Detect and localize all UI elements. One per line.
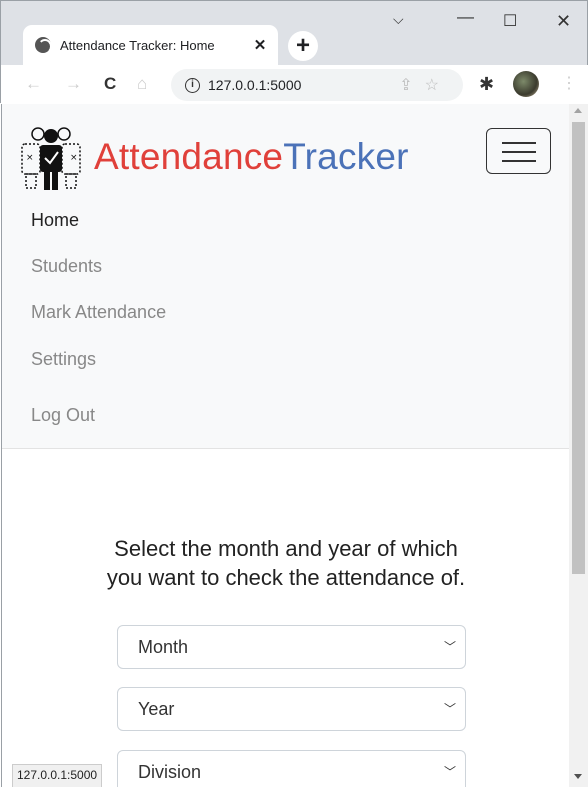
month-select-label: Month	[138, 637, 189, 657]
navbar: × × AttendanceTracker Home Students Mark…	[2, 104, 569, 449]
address-bar[interactable]: i 127.0.0.1:5000 ⇪☆	[171, 69, 463, 101]
star-icon[interactable]: ☆	[425, 77, 451, 94]
hamburger-icon	[502, 142, 536, 144]
nav-link-home[interactable]: Home	[31, 210, 79, 231]
plus-icon[interactable]: +	[288, 31, 318, 61]
vertical-scrollbar[interactable]	[569, 104, 588, 787]
month-select[interactable]: Month ﹀	[117, 625, 466, 669]
prompt-line-1: Select the month and year of which	[114, 536, 458, 561]
scrollbar-thumb[interactable]	[572, 122, 585, 574]
brand[interactable]: × × AttendanceTracker	[16, 122, 409, 192]
avatar[interactable]	[513, 71, 539, 97]
svg-text:×: ×	[26, 153, 34, 163]
page-prompt: Select the month and year of which you w…	[42, 534, 530, 592]
browser-toolbar: ← → C ⌂ i 127.0.0.1:5000 ⇪☆ ✱ ⋮	[1, 65, 588, 105]
brand-name: AttendanceTracker	[94, 136, 409, 178]
url-text: 127.0.0.1:5000	[208, 77, 302, 93]
svg-text:×: ×	[70, 153, 78, 163]
share-icon[interactable]: ⇪	[399, 77, 424, 94]
scroll-up-arrow-icon[interactable]	[574, 108, 582, 113]
page-viewport: × × AttendanceTracker Home Students Mark…	[1, 104, 569, 787]
close-icon[interactable]: ✕	[250, 36, 270, 54]
brand-name-part2: Tracker	[283, 136, 409, 177]
minimize-icon[interactable]: —	[457, 7, 474, 27]
globe-icon	[35, 37, 52, 54]
nav-link-log-out[interactable]: Log Out	[31, 405, 95, 426]
logo-icon: × ×	[21, 127, 81, 190]
division-select-label: Division	[138, 762, 202, 782]
tab-title: Attendance Tracker: Home	[60, 37, 215, 53]
browser-window-frame: Attendance Tracker: Home ✕ + ⌵ — ☐ ✕ ← →…	[0, 0, 588, 105]
chevron-down-icon[interactable]: ⌵	[393, 11, 404, 28]
window-close-icon[interactable]: ✕	[556, 11, 571, 32]
menu-icon[interactable]: ⋮	[561, 73, 577, 93]
year-select-label: Year	[138, 699, 175, 719]
chevron-down-icon: ﹀	[443, 765, 456, 779]
year-select[interactable]: Year ﹀	[117, 687, 466, 731]
chevron-down-icon: ﹀	[443, 640, 456, 654]
reload-icon[interactable]: C	[104, 74, 116, 94]
brand-name-part1: Attendance	[94, 136, 284, 177]
maximize-icon[interactable]: ☐	[503, 11, 517, 31]
back-icon[interactable]: ←	[25, 74, 42, 94]
puzzle-icon[interactable]: ✱	[479, 74, 494, 95]
prompt-line-2: you want to check the attendance of.	[106, 565, 466, 590]
chevron-down-icon: ﹀	[443, 702, 456, 716]
division-select[interactable]: Division ﹀	[117, 750, 466, 787]
info-icon[interactable]: i	[185, 77, 200, 93]
nav-link-mark-attendance[interactable]: Mark Attendance	[31, 302, 166, 323]
home-icon[interactable]: ⌂	[137, 74, 147, 94]
navbar-toggler-button[interactable]	[486, 128, 551, 174]
nav-link-students[interactable]: Students	[31, 256, 102, 277]
forward-icon[interactable]: →	[65, 74, 82, 94]
scroll-down-arrow-icon[interactable]	[574, 774, 582, 779]
status-bar-url: 127.0.0.1:5000	[12, 764, 103, 787]
nav-link-settings[interactable]: Settings	[31, 349, 96, 370]
browser-tab[interactable]: Attendance Tracker: Home ✕	[23, 25, 278, 65]
